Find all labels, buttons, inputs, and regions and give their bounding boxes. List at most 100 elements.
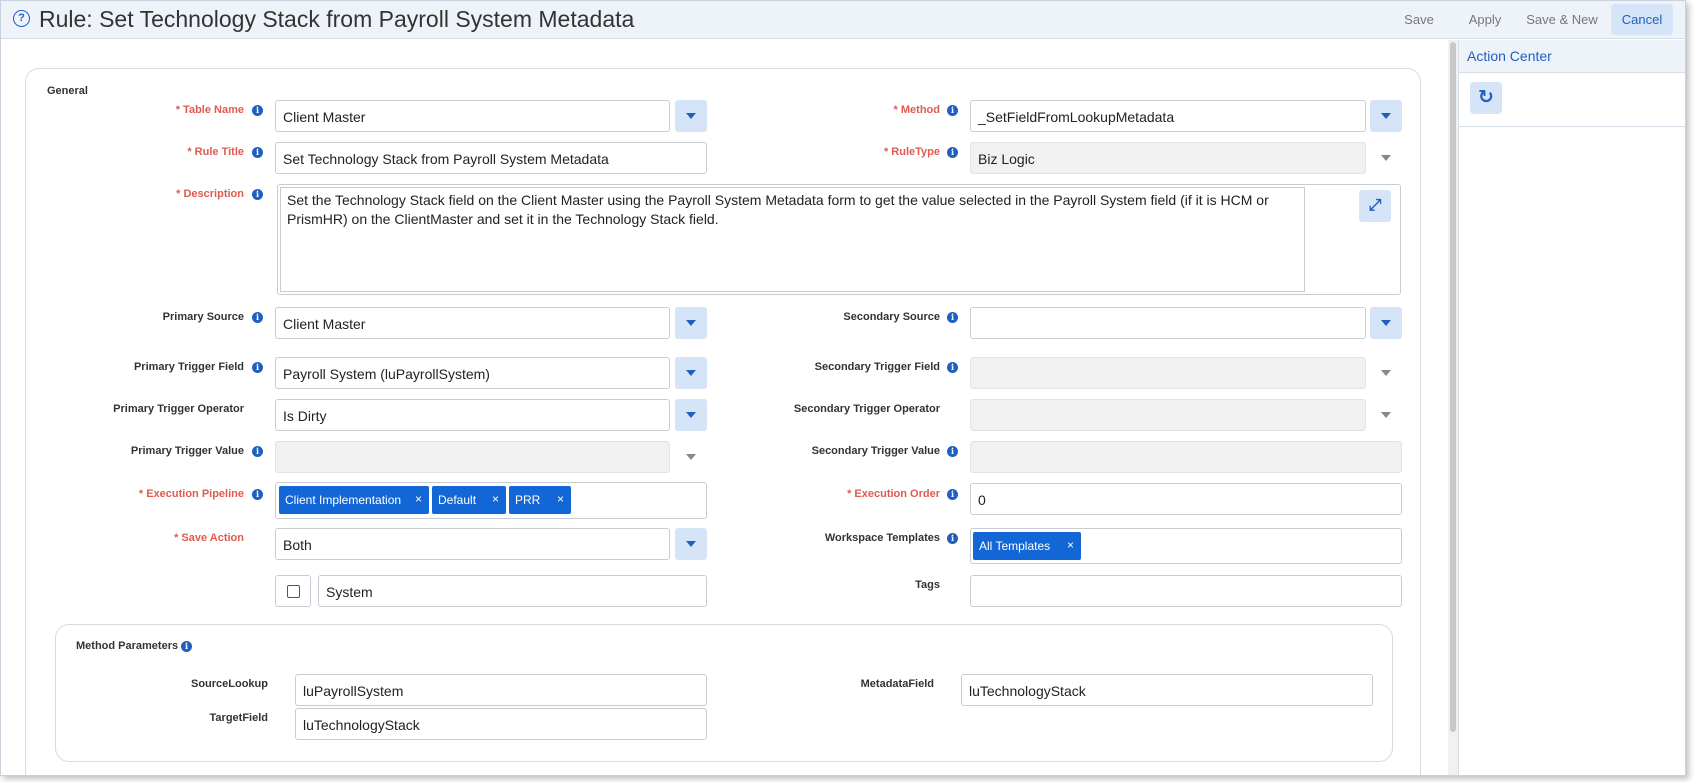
execution-order-label: * Execution Order xyxy=(847,488,940,500)
help-icon[interactable]: ? xyxy=(13,10,30,27)
primary-source-select[interactable]: Client Master xyxy=(275,307,670,339)
chevron-down-icon xyxy=(686,454,696,460)
execution-pipeline-chip: Client Implementation × xyxy=(279,486,429,514)
info-icon[interactable]: i xyxy=(947,489,958,500)
table-name-dropdown-button[interactable] xyxy=(675,100,707,132)
metadata-field-input[interactable]: luTechnologyStack xyxy=(961,674,1373,706)
close-icon[interactable]: × xyxy=(557,492,564,506)
primary-trigger-field-dropdown-button[interactable] xyxy=(675,357,707,389)
secondary-trigger-value-input xyxy=(970,441,1402,473)
system-checkbox-wrapper xyxy=(275,575,311,607)
chip-label: All Templates xyxy=(979,539,1051,553)
rule-type-label: * RuleType xyxy=(883,146,940,158)
primary-trigger-value-select xyxy=(275,441,670,473)
primary-trigger-operator-label: Primary Trigger Operator xyxy=(113,403,244,415)
action-center-title: Action Center xyxy=(1459,40,1685,73)
chevron-down-icon xyxy=(1381,155,1391,161)
info-icon[interactable]: i xyxy=(947,312,958,323)
description-textarea[interactable]: Set the Technology Stack field on the Cl… xyxy=(277,184,1401,295)
chevron-down-icon xyxy=(1381,412,1391,418)
secondary-trigger-operator-dropdown-button xyxy=(1370,399,1402,431)
chevron-down-icon xyxy=(686,370,696,376)
table-name-select[interactable]: Client Master xyxy=(275,100,670,132)
secondary-source-label: Secondary Source xyxy=(843,311,940,323)
target-field-label: TargetField xyxy=(209,712,268,724)
cancel-button[interactable]: Cancel xyxy=(1611,4,1673,35)
info-icon[interactable]: i xyxy=(252,362,263,373)
expand-icon[interactable]: ⤢ xyxy=(1359,190,1391,222)
chevron-down-icon xyxy=(1381,113,1391,119)
close-icon[interactable]: × xyxy=(1067,538,1074,552)
page-title: Rule: Set Technology Stack from Payroll … xyxy=(39,6,635,32)
execution-order-input[interactable]: 0 xyxy=(970,483,1402,515)
close-icon[interactable]: × xyxy=(492,492,499,506)
system-field[interactable]: System xyxy=(318,575,707,607)
chevron-down-icon xyxy=(686,320,696,326)
info-icon[interactable]: i xyxy=(947,147,958,158)
info-icon[interactable]: i xyxy=(252,312,263,323)
secondary-trigger-operator-select xyxy=(970,399,1366,431)
save-action-select[interactable]: Both xyxy=(275,528,670,560)
info-icon[interactable]: i xyxy=(947,105,958,116)
info-icon[interactable]: i xyxy=(947,533,958,544)
save-and-new-button[interactable]: Save & New xyxy=(1521,4,1603,35)
workspace-templates-chip: All Templates × xyxy=(973,532,1081,560)
info-icon[interactable]: i xyxy=(252,147,263,158)
chevron-down-icon xyxy=(686,541,696,547)
close-icon[interactable]: × xyxy=(415,492,422,506)
method-dropdown-button[interactable] xyxy=(1370,100,1402,132)
info-icon[interactable]: i xyxy=(181,641,192,652)
page-header: ? Rule: Set Technology Stack from Payrol… xyxy=(1,1,1685,39)
execution-pipeline-label: * Execution Pipeline xyxy=(138,488,244,500)
method-select[interactable]: _SetFieldFromLookupMetadata xyxy=(970,100,1366,132)
execution-pipeline-chip: PRR × xyxy=(509,486,571,514)
workspace-templates-label: Workspace Templates xyxy=(824,532,940,544)
info-icon[interactable]: i xyxy=(947,446,958,457)
tags-input[interactable] xyxy=(970,575,1402,607)
window: ? Rule: Set Technology Stack from Payrol… xyxy=(0,0,1686,776)
method-label: * Method xyxy=(893,104,940,116)
info-icon[interactable]: i xyxy=(252,446,263,457)
execution-pipeline-chip: Default × xyxy=(432,486,506,514)
form-scroll-area: General * Table Name i Client Master * M… xyxy=(1,40,1448,775)
description-label: * Description xyxy=(176,188,244,200)
method-parameters-title: Method Parameters xyxy=(76,640,179,652)
tags-label: Tags xyxy=(915,579,940,591)
target-field-input[interactable]: luTechnologyStack xyxy=(295,708,707,740)
chevron-down-icon xyxy=(686,412,696,418)
primary-source-dropdown-button[interactable] xyxy=(675,307,707,339)
action-center-panel: Action Center ↻ xyxy=(1458,40,1685,775)
description-text[interactable]: Set the Technology Stack field on the Cl… xyxy=(280,187,1305,292)
info-icon[interactable]: i xyxy=(947,362,958,373)
source-lookup-input[interactable]: luPayrollSystem xyxy=(295,674,707,706)
secondary-source-select[interactable] xyxy=(970,307,1366,339)
secondary-trigger-operator-label: Secondary Trigger Operator xyxy=(793,403,940,415)
chevron-down-icon xyxy=(1381,320,1391,326)
save-action-label: * Save Action xyxy=(174,532,244,544)
apply-button[interactable]: Apply xyxy=(1457,4,1513,35)
save-action-dropdown-button[interactable] xyxy=(675,528,707,560)
info-icon[interactable]: i xyxy=(252,105,263,116)
divider xyxy=(1459,126,1685,127)
info-icon[interactable]: i xyxy=(252,489,263,500)
scrollbar-thumb[interactable] xyxy=(1450,42,1456,732)
refresh-icon[interactable]: ↻ xyxy=(1470,82,1502,114)
source-lookup-label: SourceLookup xyxy=(190,678,268,690)
general-section-title: General xyxy=(47,85,88,97)
chip-label: Client Implementation xyxy=(285,493,402,507)
secondary-source-dropdown-button[interactable] xyxy=(1370,307,1402,339)
rule-title-input[interactable]: Set Technology Stack from Payroll System… xyxy=(275,142,707,174)
primary-trigger-operator-dropdown-button[interactable] xyxy=(675,399,707,431)
chip-label: Default xyxy=(438,493,477,507)
rule-type-dropdown-button xyxy=(1370,142,1402,174)
primary-trigger-value-dropdown-button xyxy=(675,441,707,473)
secondary-trigger-value-label: Secondary Trigger Value xyxy=(811,445,940,457)
chevron-down-icon xyxy=(1381,370,1391,376)
rule-type-select: Biz Logic xyxy=(970,142,1366,174)
primary-trigger-field-select[interactable]: Payroll System (luPayrollSystem) xyxy=(275,357,670,389)
primary-trigger-operator-select[interactable]: Is Dirty xyxy=(275,399,670,431)
info-icon[interactable]: i xyxy=(252,189,263,200)
metadata-field-label: MetadataField xyxy=(860,678,934,690)
system-checkbox[interactable] xyxy=(287,585,300,598)
save-button[interactable]: Save xyxy=(1395,4,1443,35)
